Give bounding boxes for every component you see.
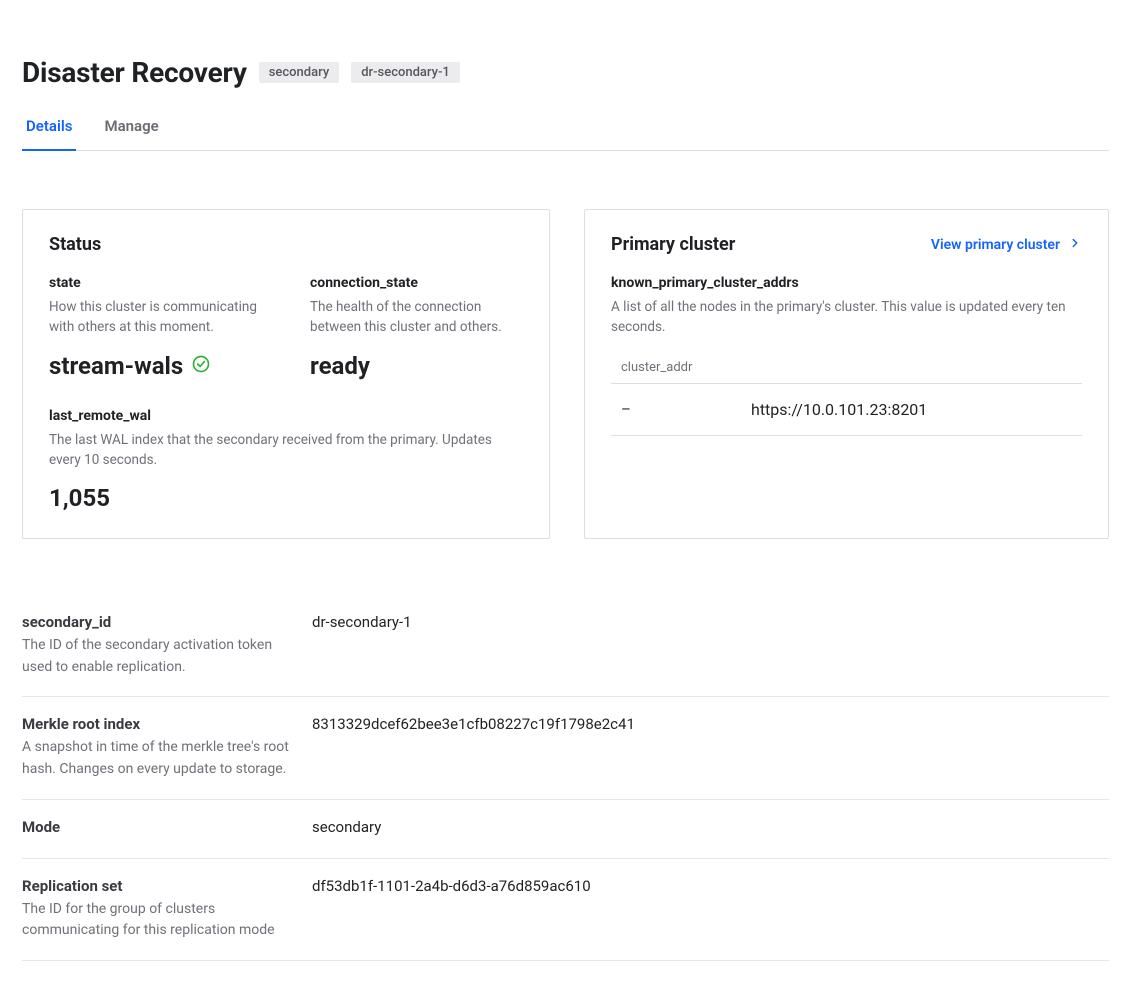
cluster-addr-table: cluster_addr – https://10.0.101.23:8201 [611, 352, 1082, 436]
info-left: Replication set The ID for the group of … [22, 877, 312, 942]
secondary-id-value: dr-secondary-1 [312, 613, 1109, 631]
title-row: Disaster Recovery secondary dr-secondary… [22, 56, 1109, 89]
status-card-title: Status [49, 234, 101, 255]
status-card: Status state How this cluster is communi… [22, 209, 550, 539]
merkle-root-desc: A snapshot in time of the merkle tree's … [22, 737, 292, 780]
secondary-id-desc: The ID of the secondary activation token… [22, 635, 292, 678]
info-left: Merkle root index A snapshot in time of … [22, 715, 312, 780]
primary-card-title: Primary cluster [611, 234, 735, 255]
chevron-right-icon [1068, 236, 1082, 254]
list-item: Mode secondary [22, 800, 1109, 859]
info-list: secondary_id The ID of the secondary act… [22, 595, 1109, 961]
primary-cluster-card: Primary cluster View primary cluster kno… [584, 209, 1109, 539]
state-value: stream-wals [49, 352, 211, 380]
role-badge: secondary [259, 62, 339, 83]
status-card-header: Status [49, 234, 523, 255]
cards-row: Status state How this cluster is communi… [22, 209, 1109, 539]
mode-value: secondary [312, 818, 1109, 836]
primary-card-header: Primary cluster View primary cluster [611, 234, 1082, 255]
id-badge: dr-secondary-1 [351, 62, 460, 83]
tab-details[interactable]: Details [22, 107, 76, 151]
mode-label: Mode [22, 818, 292, 836]
cluster-addr-column-header: cluster_addr [611, 352, 1082, 384]
list-item: secondary_id The ID of the secondary act… [22, 595, 1109, 697]
page-title: Disaster Recovery [22, 56, 247, 89]
state-desc: How this cluster is communicating with o… [49, 297, 262, 338]
known-primary-addrs-block: known_primary_cluster_addrs A list of al… [611, 275, 1082, 436]
connection-state-value: ready [310, 352, 370, 380]
state-text: stream-wals [49, 352, 183, 380]
last-remote-wal-desc: The last WAL index that the secondary re… [49, 430, 523, 471]
replication-set-label: Replication set [22, 877, 292, 895]
list-item: Merkle root index A snapshot in time of … [22, 697, 1109, 799]
connection-state-label: connection_state [310, 275, 523, 291]
known-primary-addrs-desc: A list of all the nodes in the primary's… [611, 297, 1082, 338]
addr-index-cell: – [621, 400, 751, 418]
last-remote-wal-block: last_remote_wal The last WAL index that … [49, 408, 523, 513]
last-remote-wal-value: 1,055 [49, 484, 110, 512]
state-label: state [49, 275, 262, 291]
merkle-root-value: 8313329dcef62bee3e1cfb08227c19f1798e2c41 [312, 715, 1109, 733]
addr-value-cell: https://10.0.101.23:8201 [751, 400, 927, 419]
view-primary-cluster-label: View primary cluster [931, 237, 1060, 253]
last-remote-wal-label: last_remote_wal [49, 408, 523, 424]
connection-state-desc: The health of the connection between thi… [310, 297, 523, 338]
known-primary-addrs-label: known_primary_cluster_addrs [611, 275, 1082, 291]
replication-set-desc: The ID for the group of clusters communi… [22, 899, 292, 942]
table-row: – https://10.0.101.23:8201 [611, 384, 1082, 436]
merkle-root-label: Merkle root index [22, 715, 292, 733]
info-left: secondary_id The ID of the secondary act… [22, 613, 312, 678]
list-item: Replication set The ID for the group of … [22, 859, 1109, 961]
connection-state-block: connection_state The health of the conne… [310, 275, 523, 380]
tabs: Details Manage [22, 107, 1109, 151]
state-block: state How this cluster is communicating … [49, 275, 262, 380]
secondary-id-label: secondary_id [22, 613, 292, 631]
tab-manage[interactable]: Manage [100, 107, 162, 151]
view-primary-cluster-link[interactable]: View primary cluster [931, 236, 1082, 254]
status-grid: state How this cluster is communicating … [49, 275, 523, 380]
replication-set-value: df53db1f-1101-2a4b-d6d3-a76d859ac610 [312, 877, 1109, 895]
info-left: Mode [22, 818, 312, 840]
page-header: Disaster Recovery secondary dr-secondary… [22, 24, 1109, 151]
check-circle-icon [191, 352, 211, 380]
